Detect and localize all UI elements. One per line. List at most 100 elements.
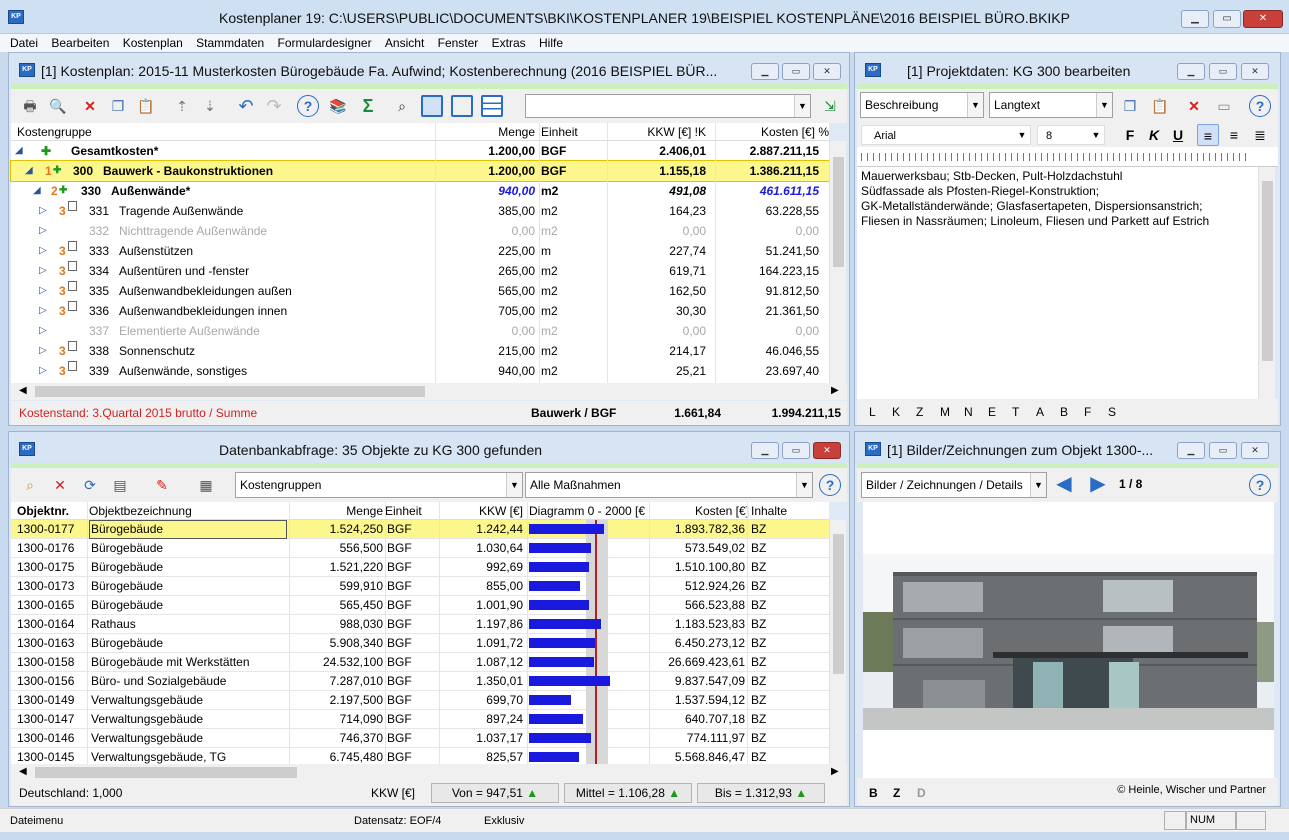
col-content[interactable]: Inhalte	[751, 502, 787, 520]
document-icon[interactable]: ▤	[109, 474, 131, 496]
close-button[interactable]: ✕	[1243, 10, 1283, 28]
search-icon[interactable]: ⌕	[391, 95, 413, 117]
menu-extras[interactable]: Extras	[487, 34, 531, 52]
refresh-icon[interactable]: ⟳	[79, 474, 101, 496]
undo-icon[interactable]: ↶	[235, 95, 257, 117]
menu-bearbeiten[interactable]: Bearbeiten	[46, 34, 114, 52]
expand-icon[interactable]: ◢	[33, 181, 41, 201]
paste-icon[interactable]: 📋	[1149, 95, 1171, 117]
cost-row[interactable]: ▷ 332 Nichttragende Außenwände 0,00 m2 0,00 0,…	[11, 221, 829, 241]
copy-icon[interactable]: ❐	[1119, 95, 1141, 117]
export-icon[interactable]: ⇲	[819, 95, 841, 117]
restore-button[interactable]: ▭	[1209, 442, 1237, 459]
col-unit[interactable]: Einheit	[385, 502, 422, 520]
screen-icon[interactable]: ▭	[1213, 95, 1235, 117]
help-icon[interactable]: ?	[1249, 474, 1271, 496]
letter-m[interactable]: M	[940, 405, 950, 419]
help-icon[interactable]: ?	[1249, 95, 1271, 117]
cost-row[interactable]: ▷ 3 333 Außenstützen 225,00 m 227,74 51.241,50	[11, 241, 829, 261]
print-icon[interactable]: 🖶	[19, 95, 41, 117]
expand-icon[interactable]: ▷	[39, 261, 47, 281]
expand-icon[interactable]: ▷	[39, 281, 47, 301]
cost-row[interactable]: ◢ ✚ Gesamtkosten* 1.200,00 BGF 2.406,01 2.887.…	[11, 141, 829, 161]
von-button[interactable]: Von = 947,51 ▲	[431, 783, 559, 803]
db-hscroll[interactable]: ◀ ▶	[11, 764, 847, 781]
minimize-button[interactable]: ▁	[1177, 442, 1205, 459]
expand-icon[interactable]: ◢	[15, 141, 23, 161]
description-text[interactable]: Mauerwerksbau; Stb-Decken, Pult-Holzdach…	[857, 167, 1258, 399]
delete-icon[interactable]: ✕	[79, 95, 101, 117]
col-kkw[interactable]: KKW [€] !K	[611, 123, 706, 141]
delete-icon[interactable]: ✕	[1183, 95, 1205, 117]
menu-fenster[interactable]: Fenster	[433, 34, 484, 52]
redo-icon[interactable]: ↷	[263, 95, 285, 117]
grid-view-icon[interactable]	[421, 95, 443, 117]
toolbar-combo[interactable]: ▼	[525, 94, 811, 118]
help-icon[interactable]: ?	[819, 474, 841, 496]
font-select[interactable]: Arial ▼	[861, 125, 1031, 145]
close-button[interactable]: ✕	[813, 442, 841, 459]
db-row[interactable]: 1300-0156 Büro- und Sozialgebäude 7.287,01…	[11, 672, 829, 691]
minimize-button[interactable]: ▁	[1181, 10, 1209, 28]
align-left-icon[interactable]: ≡	[1197, 124, 1219, 146]
letter-z[interactable]: Z	[916, 405, 923, 419]
expand-icon[interactable]: ▷	[39, 301, 47, 321]
letter-s[interactable]: S	[1108, 405, 1116, 419]
expand-icon[interactable]: ▷	[39, 241, 47, 261]
pin-icon[interactable]: ✎	[151, 474, 173, 496]
db-vscroll[interactable]	[829, 520, 846, 764]
field-select[interactable]: Beschreibung ▼	[860, 92, 984, 118]
letter-f[interactable]: F	[1084, 405, 1091, 419]
image-type-select[interactable]: Bilder / Zeichnungen / Details ▼	[861, 472, 1047, 498]
minimize-button[interactable]: ▁	[751, 442, 779, 459]
sum-icon[interactable]: Σ	[357, 95, 379, 117]
db-row[interactable]: 1300-0173 Bürogebäude 599,910 BGF 855,00 512.…	[11, 577, 829, 596]
italic-button[interactable]: K	[1143, 124, 1165, 146]
delete-filter-icon[interactable]: ✕	[49, 474, 71, 496]
bis-button[interactable]: Bis = 1.312,93 ▲	[697, 783, 825, 803]
db-row[interactable]: 1300-0165 Bürogebäude 565,450 BGF 1.001,90 56…	[11, 596, 829, 615]
close-button[interactable]: ✕	[1241, 442, 1269, 459]
cost-hscroll[interactable]: ◀ ▶	[11, 383, 847, 400]
col-qty[interactable]: Menge	[311, 502, 383, 520]
bold-button[interactable]: F	[1119, 124, 1141, 146]
help-icon[interactable]: ?	[297, 95, 319, 117]
mittel-button[interactable]: Mittel = 1.106,28 ▲	[564, 783, 692, 803]
text-vscroll[interactable]	[1258, 167, 1275, 399]
col-cost[interactable]: Kosten [€]	[651, 502, 749, 520]
size-select[interactable]: 8 ▼	[1037, 125, 1105, 145]
split-view-icon[interactable]	[451, 95, 473, 117]
group-filter[interactable]: Kostengruppen ▼	[235, 472, 523, 498]
col-nr[interactable]: Objektnr.	[17, 502, 69, 520]
close-button[interactable]: ✕	[1241, 63, 1269, 80]
db-row[interactable]: 1300-0149 Verwaltungsgebäude 2.197,500 BGF 6…	[11, 691, 829, 710]
align-center-icon[interactable]: ≡	[1223, 124, 1245, 146]
menu-datei[interactable]: Datei	[0, 34, 43, 52]
minimize-button[interactable]: ▁	[751, 63, 779, 80]
db-row[interactable]: 1300-0176 Bürogebäude 556,500 BGF 1.030,64 57…	[11, 539, 829, 558]
expand-icon[interactable]: ▷	[39, 321, 47, 341]
col-chart[interactable]: Diagramm 0 - 2000 [€	[529, 502, 649, 520]
menu-ansicht[interactable]: Ansicht	[380, 34, 429, 52]
expand-icon[interactable]: ▷	[39, 201, 47, 221]
scroll-thumb[interactable]	[833, 157, 844, 267]
db-row[interactable]: 1300-0175 Bürogebäude 1.521,220 BGF 992,69 1.…	[11, 558, 829, 577]
cost-row[interactable]: ▷ 3 339 Außenwände, sonstiges 940,00 m2 25,21 2…	[11, 361, 829, 381]
cost-row[interactable]: ▷ 3 331 Tragende Außenwände 385,00 m2 164,23 63…	[11, 201, 829, 221]
db-row[interactable]: 1300-0163 Bürogebäude 5.908,340 BGF 1.091,72…	[11, 634, 829, 653]
expand-icon[interactable]: ▷	[39, 341, 47, 361]
letter-n[interactable]: N	[964, 405, 973, 419]
letter-e[interactable]: E	[988, 405, 996, 419]
cost-row[interactable]: ◢ 1 ✚ 300 Bauwerk - Baukonstruktionen 1.200,0…	[10, 160, 830, 182]
restore-button[interactable]: ▭	[1209, 63, 1237, 80]
preview-icon[interactable]: 🔍	[47, 95, 69, 117]
hscroll-thumb[interactable]	[35, 386, 425, 397]
menu-formulardesigner[interactable]: Formulardesigner	[273, 34, 377, 52]
cost-vscroll[interactable]	[829, 141, 846, 383]
col-name[interactable]: Objektbezeichnung	[89, 502, 192, 520]
letter-b[interactable]: B	[869, 786, 878, 800]
rows-view-icon[interactable]	[481, 95, 503, 117]
letter-k[interactable]: K	[892, 405, 900, 419]
db-row[interactable]: 1300-0147 Verwaltungsgebäude 714,090 BGF 897…	[11, 710, 829, 729]
restore-button[interactable]: ▭	[782, 442, 810, 459]
